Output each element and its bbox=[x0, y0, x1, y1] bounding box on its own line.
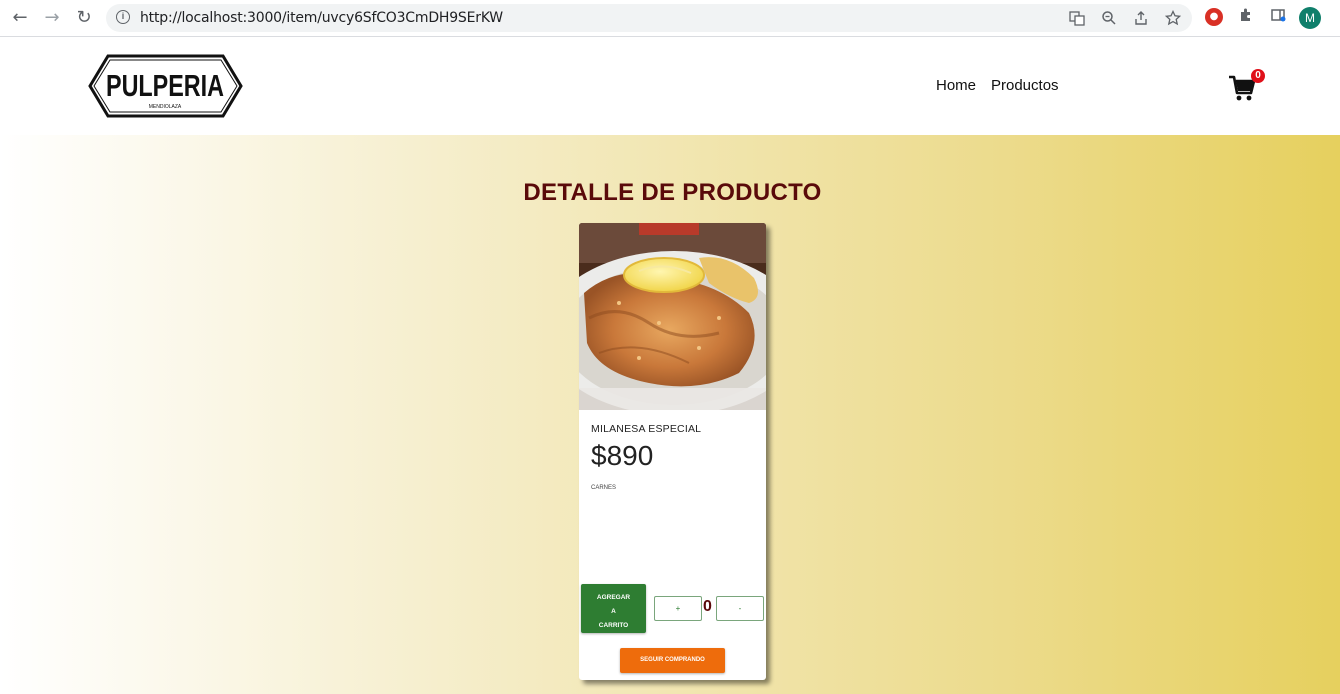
nav-home-link[interactable]: Home bbox=[936, 77, 976, 94]
continue-shopping-button[interactable]: SEGUIR COMPRANDO bbox=[620, 648, 725, 673]
browser-toolbar: ← → ↻ i http://localhost:3000/item/uvcy6… bbox=[0, 0, 1340, 37]
back-icon[interactable]: ← bbox=[8, 7, 32, 29]
add-to-cart-label-line2: A bbox=[611, 608, 616, 615]
product-price: $890 bbox=[591, 440, 654, 471]
product-image bbox=[579, 223, 766, 415]
bookmark-star-icon[interactable] bbox=[1164, 9, 1182, 28]
product-card: MILANESA ESPECIAL $890 CARNES AGREGAR A … bbox=[579, 223, 766, 680]
forward-icon[interactable]: → bbox=[40, 7, 64, 29]
decrement-button[interactable]: - bbox=[716, 596, 764, 621]
profile-avatar[interactable]: M bbox=[1299, 7, 1321, 29]
site-info-icon[interactable]: i bbox=[116, 10, 130, 24]
add-to-cart-button[interactable]: AGREGAR A CARRITO bbox=[581, 584, 646, 633]
nav-productos-link[interactable]: Productos bbox=[991, 77, 1059, 94]
add-to-cart-label-line1: AGREGAR bbox=[596, 594, 631, 601]
site-header: PULPERIA MENDIOLAZA Home Productos 0 bbox=[0, 37, 1340, 135]
extensions-puzzle-icon[interactable] bbox=[1236, 7, 1256, 27]
product-category: CARNES bbox=[591, 485, 617, 491]
address-bar[interactable]: i http://localhost:3000/item/uvcy6SfCO3C… bbox=[106, 4, 1192, 32]
share-icon[interactable] bbox=[1132, 10, 1150, 28]
product-name: MILANESA ESPECIAL bbox=[591, 423, 702, 435]
adblock-extension-icon[interactable]: ● bbox=[1205, 8, 1223, 26]
zoom-icon[interactable] bbox=[1100, 10, 1118, 28]
main-content: DETALLE DE PRODUCTO MILANESA ESPECIAL $8… bbox=[0, 135, 1340, 694]
page-title: DETALLE DE PRODUCTO bbox=[523, 179, 822, 206]
increment-button[interactable]: + bbox=[654, 596, 702, 621]
logo-subtext: MENDIOLAZA bbox=[149, 104, 182, 110]
cart-count-badge: 0 bbox=[1251, 69, 1265, 83]
reload-icon[interactable]: ↻ bbox=[72, 7, 96, 29]
translate-icon[interactable] bbox=[1068, 10, 1086, 28]
pulperia-logo[interactable]: PULPERIA MENDIOLAZA bbox=[88, 53, 243, 119]
side-panel-icon[interactable] bbox=[1268, 7, 1288, 27]
quantity-value: 0 bbox=[703, 598, 712, 615]
logo-text: PULPERIA bbox=[106, 68, 224, 103]
url-text[interactable]: http://localhost:3000/item/uvcy6SfCO3CmD… bbox=[140, 10, 503, 26]
add-to-cart-label-line3: CARRITO bbox=[598, 622, 629, 629]
